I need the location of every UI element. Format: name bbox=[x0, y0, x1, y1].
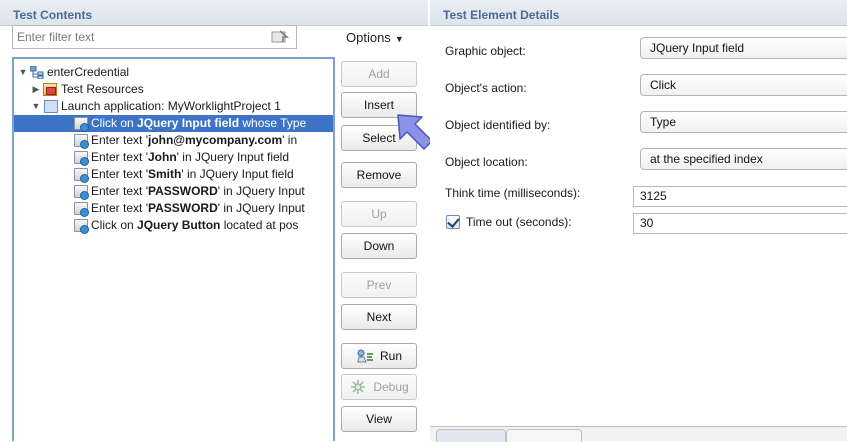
folder-icon bbox=[43, 83, 57, 96]
action-icon bbox=[74, 151, 89, 166]
options-label: Options bbox=[346, 30, 391, 45]
action-icon bbox=[74, 168, 89, 183]
tree-item-action[interactable]: Click on JQuery Input field whose Type bbox=[14, 115, 333, 132]
up-button[interactable]: Up bbox=[341, 201, 417, 227]
debug-button[interactable]: Debug bbox=[341, 374, 417, 400]
bottom-tab-strip bbox=[430, 426, 847, 442]
add-button[interactable]: Add bbox=[341, 61, 417, 87]
filter-clear-icon[interactable] bbox=[270, 29, 290, 45]
action-icon bbox=[74, 117, 89, 132]
prev-button[interactable]: Prev bbox=[341, 272, 417, 298]
timeout-field[interactable]: 30 bbox=[633, 213, 847, 234]
test-contents-panel: Test Contents Options▼ ▼ enterCredential… bbox=[0, 0, 433, 441]
application-icon bbox=[44, 100, 58, 113]
chevron-down-icon: ▼ bbox=[394, 34, 404, 44]
options-button[interactable]: Options ▼ bbox=[346, 30, 422, 52]
tree-item-launch-application[interactable]: ▼ Launch application: MyWorklightProject… bbox=[14, 98, 333, 115]
action-icon bbox=[74, 185, 89, 200]
timeout-label: Time out (seconds): bbox=[466, 215, 572, 229]
test-contents-title: Test Contents bbox=[13, 8, 93, 22]
collapsed-toggle-icon[interactable]: ▶ bbox=[31, 81, 41, 98]
tree-item-label: Enter text 'Smith' in JQuery Input field bbox=[91, 167, 294, 181]
tree-item-action[interactable]: Enter text 'PASSWORD' in JQuery Input bbox=[14, 183, 333, 200]
expanded-toggle-icon[interactable]: ▼ bbox=[31, 98, 41, 115]
graphic-object-select[interactable]: JQuery Input field bbox=[640, 37, 847, 59]
object-action-select[interactable]: Click bbox=[640, 74, 847, 96]
tree-item-label: Click on JQuery Button located at pos bbox=[91, 218, 299, 232]
test-tree-icon bbox=[30, 66, 44, 79]
tree-item-label: Enter text 'john@mycompany.com' in bbox=[91, 133, 298, 147]
next-button[interactable]: Next bbox=[341, 304, 417, 330]
tree-item-label: Enter text 'PASSWORD' in JQuery Input bbox=[91, 184, 305, 198]
tree-item-action[interactable]: Enter text 'John' in JQuery Input field bbox=[14, 149, 333, 166]
tree-item-action[interactable]: Enter text 'Smith' in JQuery Input field bbox=[14, 166, 333, 183]
test-contents-header: Test Contents bbox=[0, 0, 428, 26]
tree-item-label: enterCredential bbox=[47, 65, 130, 79]
tree-item-label: Test Resources bbox=[61, 82, 144, 96]
tree-item-label: Enter text 'John' in JQuery Input field bbox=[91, 150, 290, 164]
action-icon bbox=[74, 134, 89, 149]
remove-button[interactable]: Remove bbox=[341, 162, 417, 188]
tree-item-root[interactable]: ▼ enterCredential bbox=[14, 64, 333, 81]
action-icon bbox=[74, 219, 89, 234]
tree-item-action[interactable]: Enter text 'john@mycompany.com' in bbox=[14, 132, 333, 149]
think-time-field[interactable]: 3125 bbox=[633, 186, 847, 207]
tab-second[interactable] bbox=[506, 429, 582, 442]
run-button[interactable]: Run bbox=[341, 343, 417, 369]
test-element-details-title: Test Element Details bbox=[443, 8, 560, 22]
expanded-toggle-icon[interactable]: ▼ bbox=[18, 64, 28, 81]
test-element-details-header: Test Element Details bbox=[430, 0, 847, 26]
debug-icon bbox=[351, 379, 366, 394]
object-identified-by-select[interactable]: Type bbox=[640, 111, 847, 133]
test-tree[interactable]: ▼ enterCredential ▶ Test Resources ▼ Lau… bbox=[12, 57, 335, 441]
tree-item-label: Click on JQuery Input field whose Type bbox=[91, 116, 307, 130]
object-location-select[interactable]: at the specified index bbox=[640, 148, 847, 170]
tree-item-test-resources[interactable]: ▶ Test Resources bbox=[14, 81, 333, 98]
run-label: Run bbox=[379, 349, 402, 363]
debug-label: Debug bbox=[373, 380, 409, 394]
object-identified-by-label: Object identified by: bbox=[445, 118, 551, 132]
view-button[interactable]: View bbox=[341, 406, 417, 432]
think-time-label: Think time (milliseconds): bbox=[445, 186, 581, 200]
tree-item-label: Launch application: MyWorklightProject 1 bbox=[61, 99, 281, 113]
tree-item-action[interactable]: Enter text 'PASSWORD' in JQuery Input bbox=[14, 200, 333, 217]
object-location-label: Object location: bbox=[445, 155, 528, 169]
timeout-checkbox[interactable] bbox=[446, 215, 460, 229]
down-button[interactable]: Down bbox=[341, 233, 417, 259]
tab-first[interactable] bbox=[436, 429, 506, 442]
tree-item-action[interactable]: Click on JQuery Button located at pos bbox=[14, 217, 333, 234]
run-icon bbox=[357, 349, 373, 363]
action-icon bbox=[74, 202, 89, 217]
test-element-details-panel: Test Element Details Graphic object: JQu… bbox=[430, 0, 847, 442]
graphic-object-label: Graphic object: bbox=[445, 44, 526, 58]
tree-item-label: Enter text 'PASSWORD' in JQuery Input bbox=[91, 201, 305, 215]
object-action-label: Object's action: bbox=[445, 81, 527, 95]
filter-input[interactable] bbox=[12, 25, 297, 49]
